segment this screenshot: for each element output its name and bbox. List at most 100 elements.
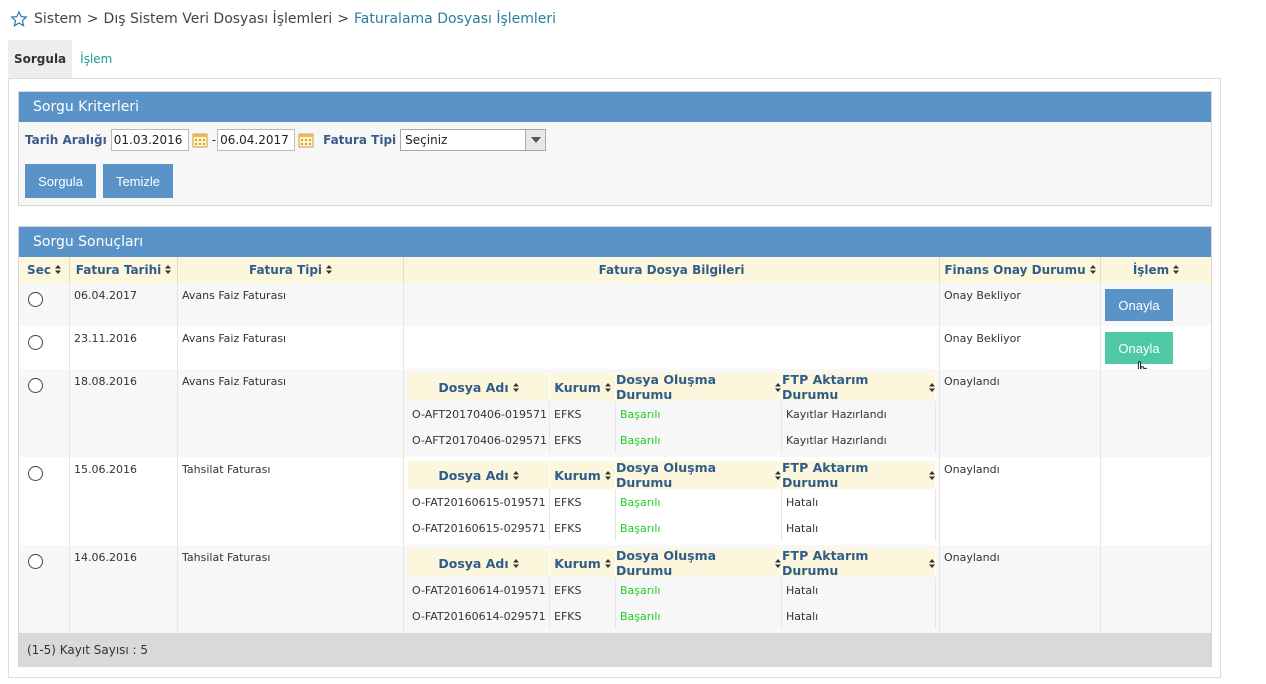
- row-select-radio[interactable]: [28, 335, 43, 350]
- finance-status: Onaylandı: [940, 545, 1101, 633]
- sub-col-ftp-status[interactable]: FTP Aktarım Durumu: [782, 548, 936, 578]
- table-row: 15.06.2016 Tahsilat Faturası Dosya Adı K…: [19, 457, 1211, 545]
- breadcrumb-current: Faturalama Dosyası İşlemleri: [354, 11, 557, 27]
- col-header-type[interactable]: Fatura Tipi: [178, 257, 404, 283]
- file-info: [404, 283, 940, 326]
- query-button[interactable]: Sorgula: [25, 164, 96, 198]
- invoice-date: 06.04.2017: [70, 283, 178, 326]
- sort-icon: [775, 380, 781, 395]
- sort-icon: [775, 556, 781, 571]
- file-create-status: Başarılı: [616, 427, 782, 453]
- chevron-down-icon[interactable]: [525, 130, 546, 150]
- invoice-type-value: Seçiniz: [405, 133, 448, 147]
- date-to-input[interactable]: 06.04.2017: [217, 129, 296, 151]
- calendar-icon[interactable]: [191, 131, 209, 149]
- file-subtable: Dosya Adı Kurum Dosya Oluşma Durumu FTP …: [408, 372, 936, 453]
- date-range-label: Tarih Aralığı: [25, 133, 107, 147]
- criteria-title: Sorgu Kriterleri: [19, 92, 1211, 122]
- invoice-type: Avans Faiz Faturası: [178, 369, 404, 457]
- breadcrumb-item-sistem[interactable]: Sistem: [34, 11, 82, 27]
- sort-icon: [1173, 263, 1180, 277]
- tab-bar: Sorgula İşlem: [8, 40, 118, 78]
- file-create-status: Başarılı: [616, 515, 782, 541]
- finance-status: Onaylandı: [940, 457, 1101, 545]
- sub-col-ftp-status[interactable]: FTP Aktarım Durumu: [782, 372, 936, 402]
- approve-button[interactable]: Onayla: [1105, 289, 1173, 321]
- results-table-header: Sec Fatura Tarihi Fatura Tipi Fatura Dos…: [19, 257, 1211, 283]
- col-header-action[interactable]: İşlem: [1101, 257, 1211, 283]
- row-select-radio[interactable]: [28, 466, 43, 481]
- breadcrumb-item-dis-sistem[interactable]: Dış Sistem Veri Dosyası İşlemleri: [104, 11, 333, 27]
- sub-col-ftp-status[interactable]: FTP Aktarım Durumu: [782, 460, 936, 490]
- criteria-row: Tarih Aralığı 01.03.2016 - 06.04.2017 Fa…: [25, 129, 547, 151]
- action-cell: [1101, 369, 1211, 457]
- tab-sorgula[interactable]: Sorgula: [8, 40, 73, 78]
- invoice-type-label: Fatura Tipi: [323, 133, 397, 147]
- sub-col-create-status[interactable]: Dosya Oluşma Durumu: [616, 460, 782, 490]
- file-row: O-FAT20160614-019571 EFKS Başarılı Hatal…: [408, 577, 936, 603]
- file-subtable-header: Dosya Adı Kurum Dosya Oluşma Durumu FTP …: [408, 548, 936, 578]
- invoice-date: 23.11.2016: [70, 326, 178, 369]
- invoice-date: 15.06.2016: [70, 457, 178, 545]
- file-row: O-FAT20160614-029571 EFKS Başarılı Hatal…: [408, 603, 936, 629]
- col-header-file-info: Fatura Dosya Bilgileri: [404, 257, 940, 283]
- file-name: O-FAT20160614-029571: [408, 603, 550, 629]
- file-name: O-FAT20160615-019571: [408, 489, 550, 515]
- sub-col-org[interactable]: Kurum: [550, 373, 616, 401]
- file-ftp-status: Kayıtlar Hazırlandı: [782, 427, 936, 453]
- invoice-date: 14.06.2016: [70, 545, 178, 633]
- sort-icon: [604, 468, 611, 483]
- sort-icon: [929, 380, 935, 395]
- row-select-radio[interactable]: [28, 554, 43, 569]
- date-from-input[interactable]: 01.03.2016: [110, 129, 189, 151]
- file-create-status: Başarılı: [616, 489, 782, 515]
- sub-col-file-name[interactable]: Dosya Adı: [408, 373, 550, 401]
- table-row: 18.08.2016 Avans Faiz Faturası Dosya Adı…: [19, 369, 1211, 457]
- tab-islem[interactable]: İşlem: [72, 40, 118, 78]
- breadcrumb: Sistem > Dış Sistem Veri Dosyası İşlemle…: [10, 8, 556, 30]
- file-info: Dosya Adı Kurum Dosya Oluşma Durumu FTP …: [404, 369, 940, 457]
- sort-icon: [512, 556, 519, 571]
- sub-col-org[interactable]: Kurum: [550, 461, 616, 489]
- invoice-type-select[interactable]: Seçiniz: [400, 129, 547, 151]
- sort-icon: [165, 263, 172, 277]
- finance-status: Onay Bekliyor: [940, 326, 1101, 369]
- file-create-status: Başarılı: [616, 401, 782, 427]
- sort-icon: [512, 380, 519, 395]
- finance-status: Onay Bekliyor: [940, 283, 1101, 326]
- finance-status: Onaylandı: [940, 369, 1101, 457]
- table-row: 06.04.2017 Avans Faiz Faturası Onay Bekl…: [19, 283, 1211, 326]
- file-row: O-FAT20160615-029571 EFKS Başarılı Hatal…: [408, 515, 936, 541]
- file-name: O-AFT20170406-019571: [408, 401, 550, 427]
- file-row: O-AFT20170406-029571 EFKS Başarılı Kayıt…: [408, 427, 936, 453]
- content-panel: Sorgu Kriterleri Tarih Aralığı 01.03.201…: [8, 78, 1221, 678]
- star-outline-icon[interactable]: [10, 10, 28, 28]
- query-results-panel: Sorgu Sonuçları Sec Fatura Tarihi Fatura…: [18, 226, 1212, 667]
- file-row: O-AFT20170406-019571 EFKS Başarılı Kayıt…: [408, 401, 936, 427]
- file-subtable: Dosya Adı Kurum Dosya Oluşma Durumu FTP …: [408, 460, 936, 541]
- file-ftp-status: Hatalı: [782, 577, 936, 603]
- row-select-radio[interactable]: [28, 292, 43, 307]
- file-create-status: Başarılı: [616, 603, 782, 629]
- invoice-type: Tahsilat Faturası: [178, 457, 404, 545]
- row-select-radio[interactable]: [28, 378, 43, 393]
- col-header-finance-status[interactable]: Finans Onay Durumu: [940, 257, 1101, 283]
- col-header-date[interactable]: Fatura Tarihi: [70, 257, 178, 283]
- invoice-type: Avans Faiz Faturası: [178, 326, 404, 369]
- sub-col-file-name[interactable]: Dosya Adı: [408, 461, 550, 489]
- sub-col-org[interactable]: Kurum: [550, 549, 616, 577]
- sub-col-create-status[interactable]: Dosya Oluşma Durumu: [616, 548, 782, 578]
- file-subtable-header: Dosya Adı Kurum Dosya Oluşma Durumu FTP …: [408, 460, 936, 490]
- sort-icon: [604, 380, 611, 395]
- invoice-date: 18.08.2016: [70, 369, 178, 457]
- file-org: EFKS: [550, 603, 616, 629]
- sub-col-file-name[interactable]: Dosya Adı: [408, 549, 550, 577]
- col-header-sec[interactable]: Sec: [19, 257, 70, 283]
- file-info: [404, 326, 940, 369]
- sort-icon: [1089, 263, 1096, 277]
- invoice-type: Tahsilat Faturası: [178, 545, 404, 633]
- calendar-icon[interactable]: [297, 131, 315, 149]
- clear-button[interactable]: Temizle: [103, 164, 173, 198]
- query-criteria-panel: Sorgu Kriterleri Tarih Aralığı 01.03.201…: [18, 91, 1212, 206]
- sub-col-create-status[interactable]: Dosya Oluşma Durumu: [616, 372, 782, 402]
